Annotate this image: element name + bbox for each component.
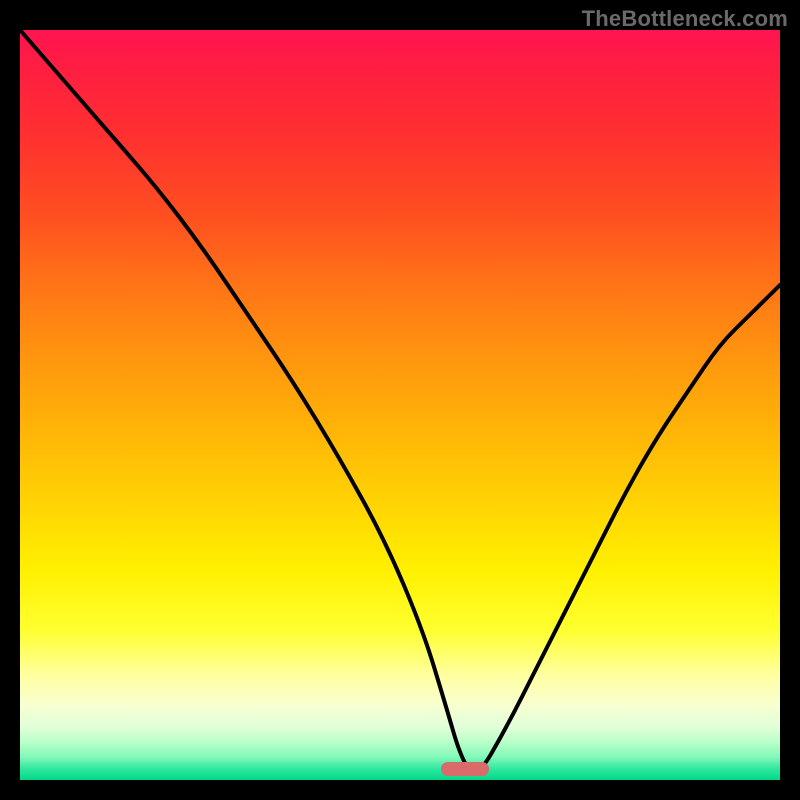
bottleneck-curve bbox=[20, 30, 780, 780]
watermark-text: TheBottleneck.com bbox=[582, 6, 788, 32]
optimal-marker bbox=[441, 762, 489, 776]
chart-container: TheBottleneck.com bbox=[0, 0, 800, 800]
plot-area bbox=[20, 30, 780, 780]
